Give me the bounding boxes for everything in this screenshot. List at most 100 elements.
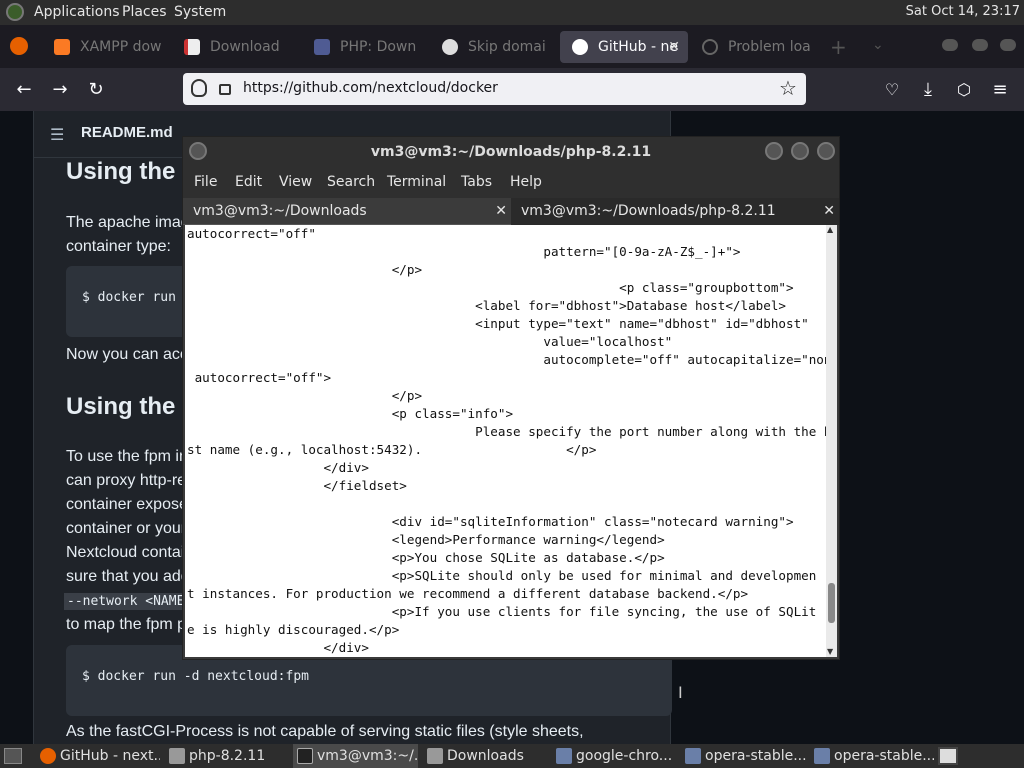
taskbar-label: vm3@vm3:~/... xyxy=(317,748,418,764)
installer-icon xyxy=(556,748,572,764)
menu-terminal[interactable]: Terminal xyxy=(387,174,446,190)
terminal-output[interactable]: autocorrect="off" pattern="[0-9a-zA-Z$_-… xyxy=(185,225,826,657)
taskbar-label: opera-stable... xyxy=(834,748,934,764)
terminal-menubar: File Edit View Search Terminal Tabs Help xyxy=(183,167,839,197)
url-text[interactable]: https://github.com/nextcloud/docker xyxy=(243,80,498,96)
folder-icon xyxy=(169,748,185,764)
paragraph-line: Nextcloud contai xyxy=(66,544,185,561)
terminal-tab-label: vm3@vm3:~/Downloads xyxy=(193,203,367,219)
menu-tabs[interactable]: Tabs xyxy=(461,174,492,190)
tab-label: XAMPP dow xyxy=(80,39,162,55)
list-tabs-chevron-icon[interactable]: ⌄ xyxy=(872,37,884,53)
url-bar[interactable]: https://github.com/nextcloud/docker ☆ xyxy=(183,73,806,105)
terminal-text: autocorrect="off" pattern="[0-9a-zA-Z$_-… xyxy=(187,226,826,655)
menu-search[interactable]: Search xyxy=(327,174,375,190)
downloads-icon[interactable]: ⤓ xyxy=(916,78,940,102)
section-heading-1: Using the xyxy=(66,158,176,185)
close-icon[interactable]: ✕ xyxy=(495,198,507,224)
paragraph-line: container expose xyxy=(66,496,188,513)
reload-icon[interactable]: ↻ xyxy=(84,78,108,102)
github-icon xyxy=(572,39,588,55)
browser-tab-php[interactable]: PHP: Down xyxy=(302,31,428,63)
top-panel: Applications Places System Sat Oct 14, 2… xyxy=(0,0,1024,25)
xampp-icon xyxy=(54,39,70,55)
hamburger-menu-icon[interactable]: ≡ xyxy=(988,78,1012,102)
extensions-icon[interactable]: ⬡ xyxy=(952,78,976,102)
clock[interactable]: Sat Oct 14, 23:17 xyxy=(906,4,1020,19)
scrollbar-thumb[interactable] xyxy=(828,583,835,623)
lock-icon[interactable] xyxy=(219,84,231,95)
browser-tab-skip[interactable]: Skip domai xyxy=(430,31,558,63)
minimize-icon[interactable] xyxy=(765,142,783,160)
show-desktop-icon[interactable] xyxy=(4,748,22,764)
taskbar-item-terminal[interactable]: vm3@vm3:~/... xyxy=(293,744,418,768)
taskbar-item-firefox[interactable]: GitHub - next... xyxy=(36,744,160,768)
taskbar-label: google-chro... xyxy=(576,748,673,764)
browser-tab-problem[interactable]: Problem loa xyxy=(690,31,820,63)
terminal-titlebar[interactable]: vm3@vm3:~/Downloads/php-8.2.11 xyxy=(183,137,839,167)
code-text: $ docker run -d nextcloud:fpm xyxy=(82,669,309,684)
folder-icon xyxy=(427,748,443,764)
window-close-icon[interactable] xyxy=(1000,39,1016,51)
terminal-tab-php[interactable]: vm3@vm3:~/Downloads/php-8.2.11 ✕ xyxy=(511,198,839,225)
maximize-icon[interactable] xyxy=(791,142,809,160)
browser-nav-bar: ← → ↻ https://github.com/nextcloud/docke… xyxy=(0,68,1024,111)
close-tab-icon[interactable]: ✕ xyxy=(668,31,680,63)
terminal-tab-label: vm3@vm3:~/Downloads/php-8.2.11 xyxy=(521,203,776,219)
taskbar-label: php-8.2.11 xyxy=(189,748,266,764)
paragraph-line: can proxy http-re xyxy=(66,472,187,489)
shield-icon[interactable] xyxy=(191,79,207,97)
menu-view[interactable]: View xyxy=(279,174,312,190)
tab-label: GitHub - ne xyxy=(598,39,678,55)
distro-logo-icon[interactable] xyxy=(6,3,24,21)
menu-help[interactable]: Help xyxy=(510,174,542,190)
browser-tab-xampp[interactable]: XAMPP dow xyxy=(42,31,164,63)
close-icon[interactable] xyxy=(817,142,835,160)
tab-label: Problem loa xyxy=(728,39,811,55)
tab-label: Download xyxy=(210,39,280,55)
scroll-up-icon[interactable]: ▲ xyxy=(827,225,833,234)
terminal-icon xyxy=(297,748,313,764)
menu-file[interactable]: File xyxy=(194,174,217,190)
taskbar-label: GitHub - next... xyxy=(60,748,160,764)
browser-tab-github-active[interactable]: GitHub - ne ✕ xyxy=(560,31,688,63)
back-arrow-icon[interactable]: ← xyxy=(12,78,36,102)
taskbar-item-downloads[interactable]: Downloads xyxy=(423,744,548,768)
close-icon[interactable]: ✕ xyxy=(823,198,835,224)
taskbar-item-google-chrome[interactable]: google-chro... xyxy=(552,744,677,768)
firefox-menu-icon[interactable] xyxy=(10,37,28,55)
browser-tab-download[interactable]: Download xyxy=(172,31,294,63)
workspace-switcher-icon[interactable] xyxy=(938,747,958,765)
menu-places[interactable]: Places xyxy=(122,4,167,20)
github-icon xyxy=(442,39,458,55)
installer-icon xyxy=(685,748,701,764)
scroll-down-icon[interactable]: ▼ xyxy=(827,647,833,656)
terminal-scrollbar[interactable]: ▲ ▼ xyxy=(826,225,837,657)
terminal-tabs: vm3@vm3:~/Downloads ✕ vm3@vm3:~/Download… xyxy=(183,197,839,225)
section-heading-2: Using the f xyxy=(66,393,190,420)
inline-code: --network <NAME xyxy=(64,593,188,610)
new-tab-icon[interactable]: + xyxy=(830,35,847,59)
taskbar-label: opera-stable... xyxy=(705,748,806,764)
download-page-icon xyxy=(184,39,200,55)
window-maximize-icon[interactable] xyxy=(972,39,988,51)
forward-arrow-icon[interactable]: → xyxy=(48,78,72,102)
pocket-icon[interactable]: ♡ xyxy=(880,78,904,102)
paragraph-line: Now you can acc xyxy=(66,346,188,363)
paragraph-line: As the fastCGI-Process is not capable of… xyxy=(66,723,584,740)
firefox-icon xyxy=(40,748,56,764)
taskbar-item-opera-2[interactable]: opera-stable... xyxy=(810,744,934,768)
menu-applications[interactable]: Applications xyxy=(34,4,120,20)
terminal-tab-downloads[interactable]: vm3@vm3:~/Downloads ✕ xyxy=(183,198,511,225)
text-cursor-icon: I xyxy=(678,683,683,702)
taskbar-item-php-folder[interactable]: php-8.2.11 xyxy=(165,744,285,768)
paragraph-line: To use the fpm in xyxy=(66,448,188,465)
menu-system[interactable]: System xyxy=(174,4,226,20)
terminal-window[interactable]: vm3@vm3:~/Downloads/php-8.2.11 File Edit… xyxy=(182,136,840,660)
outline-list-icon[interactable]: ☰ xyxy=(50,125,64,144)
bookmark-star-icon[interactable]: ☆ xyxy=(779,76,797,100)
taskbar-label: Downloads xyxy=(447,748,524,764)
menu-edit[interactable]: Edit xyxy=(235,174,262,190)
window-minimize-icon[interactable] xyxy=(942,39,958,51)
taskbar-item-opera-1[interactable]: opera-stable... xyxy=(681,744,806,768)
